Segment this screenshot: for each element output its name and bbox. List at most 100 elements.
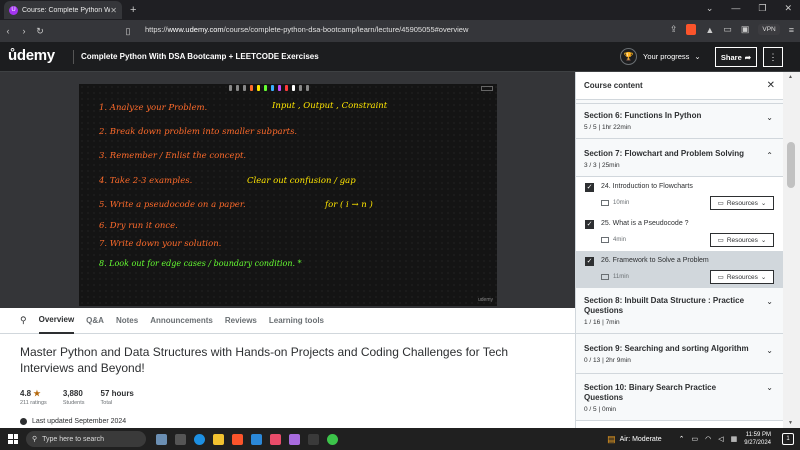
tab-qa[interactable]: Q&A — [86, 308, 104, 334]
screen: U Course: Complete Python W ✕ + ⌄ — ❐ ✕ … — [0, 0, 800, 450]
minimize-button[interactable]: — — [731, 3, 740, 14]
pen-icon — [250, 85, 253, 91]
course-title[interactable]: Complete Python With DSA Bootcamp + LEET… — [81, 52, 319, 61]
edge-icon[interactable] — [194, 433, 205, 445]
section-8[interactable]: Section 8: Inbuilt Data Structure : Prac… — [576, 288, 783, 334]
tab-learning-tools[interactable]: Learning tools — [269, 308, 324, 334]
wifi-icon[interactable]: ◠ — [705, 435, 711, 443]
scrollbar-thumb[interactable] — [787, 142, 795, 188]
notification-icon[interactable]: 1 — [782, 433, 794, 445]
share-page-icon[interactable]: ⇪ — [670, 24, 678, 35]
resources-label: Resources — [726, 236, 758, 244]
windows-start-icon[interactable] — [8, 434, 18, 444]
rating-stat: 4.8 ★ 211 ratings — [20, 389, 47, 406]
resources-button[interactable]: ▭ Resources ⌄ — [710, 233, 774, 247]
progress-button[interactable]: 🏆 Your progress ⌄ — [620, 48, 701, 65]
clock-time: 11:59 PM — [745, 432, 771, 438]
info-icon — [20, 418, 27, 425]
forward-icon[interactable]: › — [16, 26, 32, 36]
tab-overview[interactable]: Overview — [38, 308, 75, 334]
url-field[interactable]: https://www.udemy.com/course/complete-py… — [145, 25, 468, 34]
completed-checkbox[interactable]: ✓ — [585, 220, 594, 229]
lecture-item-active[interactable]: ✓ 26. Framework to Solve a Problem 11min… — [576, 251, 783, 288]
app-icon[interactable] — [308, 433, 319, 445]
widgets-icon[interactable] — [156, 433, 167, 445]
chevron-down-icon: ⌄ — [760, 274, 767, 281]
completed-checkbox[interactable]: ✓ — [585, 183, 594, 192]
whiteboard-video[interactable]: 1. Analyze your Problem. Input , Output … — [79, 84, 497, 306]
vpn-button[interactable]: VPN — [758, 24, 780, 35]
tab-search-icon[interactable]: ⌄ — [706, 3, 714, 14]
brave-rewards-icon[interactable]: ▲ — [705, 25, 714, 35]
udemy-favicon-icon: U — [9, 5, 18, 15]
tool-icon — [299, 85, 302, 91]
video-player[interactable]: 1. Analyze your Problem. Input , Output … — [0, 72, 575, 308]
share-label: Share — [720, 52, 742, 62]
tab-notes[interactable]: Notes — [116, 308, 138, 334]
lecture-duration-text: 4min — [613, 237, 627, 243]
section-7[interactable]: Section 7: Flowchart and Problem Solving… — [576, 139, 783, 177]
file-explorer-icon[interactable] — [213, 433, 224, 445]
reload-icon[interactable]: ↻ — [32, 26, 48, 37]
volume-icon[interactable]: ◁ — [718, 435, 723, 443]
browser-tab[interactable]: U Course: Complete Python W ✕ — [4, 1, 122, 19]
battery-icon[interactable]: ▭ — [692, 435, 699, 443]
new-tab-button[interactable]: + — [130, 4, 136, 16]
section-9[interactable]: Section 9: Searching and sorting Algorit… — [576, 334, 783, 374]
bookmark-icon[interactable]: ▯ — [120, 26, 136, 37]
wallet-icon[interactable]: ▣ — [741, 24, 750, 35]
chevron-down-icon: ⌄ — [766, 383, 773, 392]
search-icon: ⚲ — [32, 436, 38, 443]
tool-icon — [306, 85, 309, 91]
section-6[interactable]: Section 6: Functions In Python 5 / 5 | 1… — [576, 104, 783, 139]
scroll-down-icon[interactable]: ▼ — [788, 420, 793, 426]
page-scrollbar[interactable]: ▲ ▼ — [783, 72, 800, 428]
tool-icon — [243, 85, 246, 91]
brave-icon[interactable] — [232, 433, 243, 445]
close-tab-icon[interactable]: ✕ — [110, 6, 117, 15]
more-options-button[interactable]: ⋮ — [763, 47, 783, 67]
chevron-up-icon[interactable]: ⌃ — [679, 435, 685, 443]
copilot-icon[interactable] — [289, 433, 300, 445]
lecture-item[interactable]: ✓ 25. What is a Pseudocode ? 4min ▭ Resou… — [576, 214, 783, 251]
url-host: www.udemy.com — [167, 25, 224, 34]
scroll-up-icon[interactable]: ▲ — [788, 74, 793, 80]
share-arrow-icon: ➦ — [744, 52, 752, 62]
section-10[interactable]: Section 10: Binary Search Practice Quest… — [576, 374, 783, 421]
rating-label[interactable]: 211 ratings — [20, 400, 47, 406]
browser-tab-bar: U Course: Complete Python W ✕ + ⌄ — ❐ ✕ — [0, 0, 800, 20]
pen-icon — [264, 85, 267, 91]
last-updated-text: Last updated September 2024 — [32, 418, 127, 425]
udemy-logo[interactable]: ůdemy — [8, 47, 55, 64]
video-icon — [601, 274, 609, 280]
share-button[interactable]: Share ➦ — [715, 47, 757, 67]
video-icon — [601, 237, 609, 243]
tab-title: Course: Complete Python W — [22, 6, 111, 14]
sidebar-toggle-icon[interactable]: ▭ — [723, 24, 732, 35]
completed-checkbox[interactable]: ✓ — [585, 257, 594, 266]
board-line-2: 2. Break down problem into smaller subpa… — [99, 127, 298, 137]
mail-icon[interactable] — [251, 433, 262, 445]
task-view-icon[interactable] — [175, 433, 186, 445]
tool-icon — [229, 85, 232, 91]
taskbar-search[interactable]: ⚲ Type here to search — [26, 431, 146, 447]
network-icon[interactable]: ▦ — [731, 435, 738, 443]
close-icon[interactable]: ✕ — [767, 80, 775, 91]
search-icon[interactable]: ⚲ — [20, 315, 27, 326]
lecture-item[interactable]: ✓ 24. Introduction to Flowcharts 10min ▭… — [576, 177, 783, 214]
progress-label: Your progress — [643, 52, 690, 61]
resources-button[interactable]: ▭ Resources ⌄ — [710, 270, 774, 284]
maximize-button[interactable]: ❐ — [758, 3, 766, 14]
resources-button[interactable]: ▭ Resources ⌄ — [710, 196, 774, 210]
back-icon[interactable]: ‹ — [0, 26, 16, 36]
tab-announcements[interactable]: Announcements — [150, 308, 213, 334]
tab-reviews[interactable]: Reviews — [225, 308, 257, 334]
lecture-title: 24. Introduction to Flowcharts — [601, 183, 693, 190]
brave-shield-icon[interactable] — [686, 24, 697, 35]
air-quality[interactable]: ▤ Air: Moderate — [607, 434, 662, 445]
clock[interactable]: 11:59 PM 9/27/2024 — [744, 431, 771, 447]
app-icon[interactable] — [270, 433, 281, 445]
browser-menu-icon[interactable]: ≡ — [789, 25, 794, 35]
app-icon[interactable] — [327, 433, 338, 445]
close-window-button[interactable]: ✕ — [784, 3, 792, 14]
